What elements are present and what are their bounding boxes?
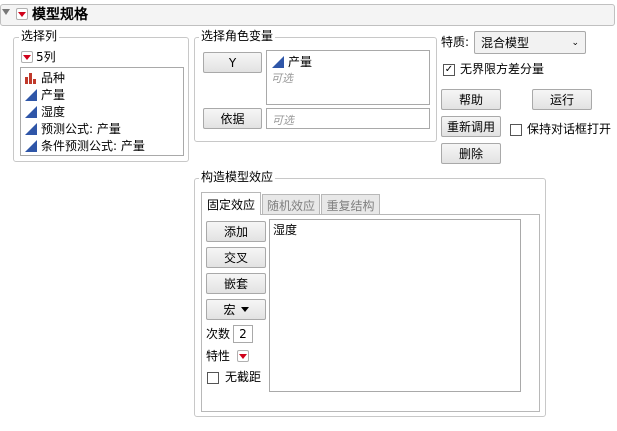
by-role-field[interactable]: 可选	[266, 108, 430, 129]
list-item[interactable]: 品种	[24, 69, 183, 86]
personality-selected: 混合模型	[481, 36, 530, 50]
unbounded-variance-label: 无界限方差分量	[460, 62, 545, 76]
no-intercept-label: 无截距	[225, 370, 262, 384]
continuous-triangle-icon	[25, 139, 37, 152]
list-item[interactable]: 条件预测公式: 产量	[24, 137, 183, 154]
page-title: 模型规格	[32, 7, 88, 23]
continuous-triangle-icon	[25, 88, 37, 101]
remove-button[interactable]: 删除	[441, 143, 501, 164]
personality-label: 特质:	[441, 35, 470, 49]
list-item[interactable]: 产量	[24, 86, 183, 103]
continuous-triangle-icon	[272, 55, 284, 68]
model-spec-menu-button[interactable]	[16, 8, 28, 20]
personality-select[interactable]: 混合模型 ⌄	[474, 31, 586, 54]
y-role-list[interactable]: 产量 可选	[266, 50, 430, 105]
collapse-arrow-icon[interactable]	[2, 9, 10, 15]
columns-menu-button[interactable]	[21, 51, 33, 63]
continuous-triangle-icon	[25, 122, 37, 135]
by-role-button[interactable]: 依据	[203, 108, 262, 129]
dropdown-arrow-icon	[240, 307, 249, 312]
column-label: 预测公式: 产量	[41, 122, 121, 136]
column-label: 湿度	[41, 105, 66, 119]
add-effect-button[interactable]: 添加	[206, 221, 266, 242]
construct-effects-legend: 构造模型效应	[199, 170, 276, 184]
list-item[interactable]: 湿度	[24, 103, 183, 120]
column-label: 品种	[41, 71, 66, 85]
list-item[interactable]: 湿度	[273, 221, 520, 238]
continuous-triangle-icon	[25, 105, 37, 118]
degree-input[interactable]: 2	[233, 325, 253, 343]
tab-repeated-structure[interactable]: 重复结构	[321, 194, 380, 215]
macros-button[interactable]: 宏	[206, 299, 266, 320]
column-label: 条件预测公式: 产量	[41, 139, 145, 153]
roles-legend: 选择角色变量	[199, 29, 276, 43]
cross-button[interactable]: 交叉	[206, 247, 266, 268]
select-columns-legend: 选择列	[19, 29, 60, 43]
column-list[interactable]: 品种 产量 湿度 预测公式: 产量 条件预测公式: 产量	[20, 67, 184, 156]
column-count-label: 5列	[36, 50, 56, 64]
effect-list[interactable]: 湿度	[269, 219, 521, 392]
unbounded-variance-checkbox[interactable]: ✓	[443, 64, 455, 76]
no-intercept-checkbox[interactable]	[207, 372, 219, 384]
header-bar	[0, 4, 615, 26]
nest-button[interactable]: 嵌套	[206, 273, 266, 294]
tab-random-effects[interactable]: 随机效应	[262, 194, 320, 215]
list-item[interactable]: 产量	[271, 53, 429, 70]
attributes-label: 特性	[206, 349, 231, 363]
recall-button[interactable]: 重新调用	[441, 116, 501, 137]
list-item[interactable]: 预测公式: 产量	[24, 120, 183, 137]
y-optional-hint: 可选	[271, 71, 293, 85]
nominal-bar-icon	[25, 72, 36, 84]
run-button[interactable]: 运行	[532, 89, 592, 110]
chevron-down-icon: ⌄	[571, 37, 579, 48]
column-label: 产量	[41, 88, 66, 102]
degree-label: 次数	[206, 327, 231, 341]
keep-dialog-open-checkbox[interactable]	[510, 124, 522, 136]
attributes-menu-button[interactable]	[237, 350, 249, 362]
macros-label: 宏	[223, 303, 236, 317]
y-role-value: 产量	[288, 55, 313, 69]
keep-dialog-open-label: 保持对话框打开	[527, 122, 612, 136]
effect-label: 湿度	[273, 223, 298, 237]
tab-fixed-effects[interactable]: 固定效应	[201, 192, 261, 215]
help-button[interactable]: 帮助	[441, 89, 501, 110]
y-role-button[interactable]: Y	[203, 52, 262, 73]
